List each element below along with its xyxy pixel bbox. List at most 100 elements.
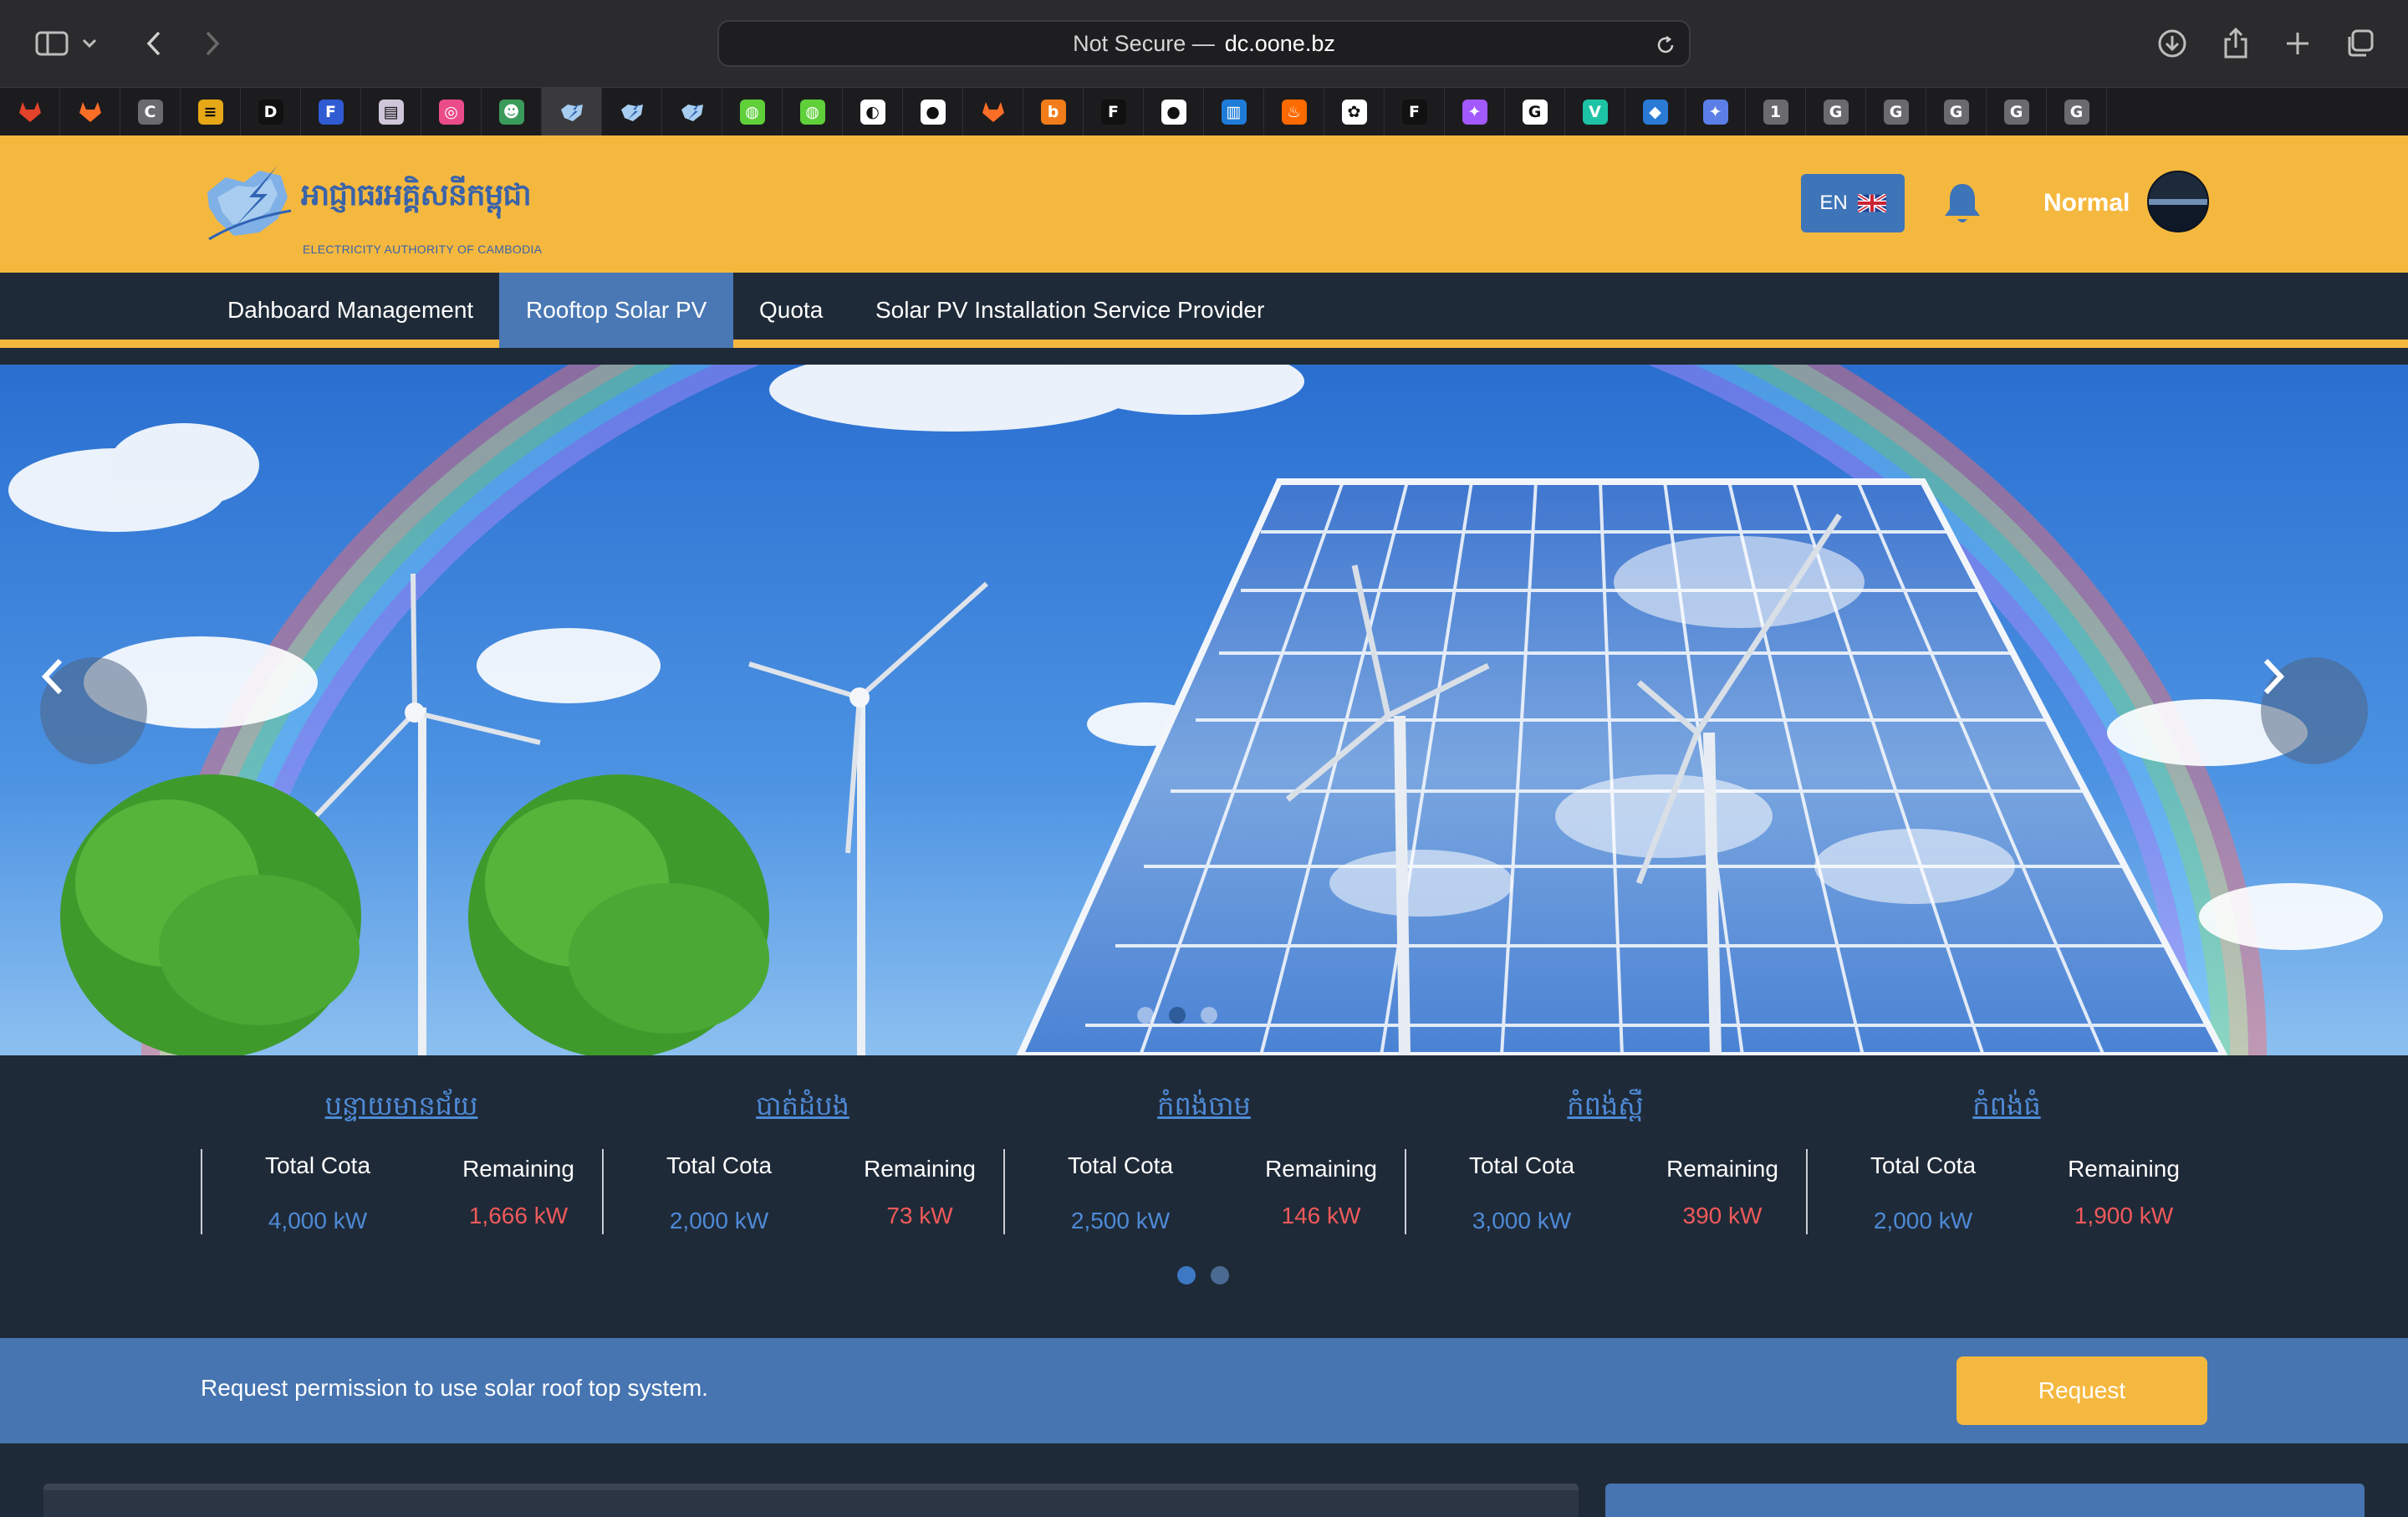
total-quota: Total Cota 2,000 kW	[627, 1152, 811, 1234]
trello-icon: ▥	[1221, 100, 1247, 125]
logo-english-text: ELECTRICITY AUTHORITY OF CAMBODIA	[303, 243, 543, 256]
browser-tab[interactable]: ◍	[722, 88, 783, 136]
new-tab-icon[interactable]	[2276, 22, 2319, 65]
browser-tab[interactable]: G	[1806, 88, 1866, 136]
browser-tab[interactable]: ●	[1144, 88, 1204, 136]
openai-icon: ✿	[1341, 100, 1367, 125]
g-icon: G	[1883, 100, 1909, 125]
browser-tab[interactable]: ◐	[843, 88, 903, 136]
browser-tab[interactable]: F	[1084, 88, 1144, 136]
carousel-indicator-dot[interactable]	[1169, 1007, 1186, 1024]
browser-tab[interactable]: ▤	[361, 88, 421, 136]
f-icon: F	[318, 100, 344, 125]
browser-tab[interactable]	[602, 88, 662, 136]
user-name[interactable]: Normal	[2043, 189, 2130, 217]
carousel-next-button[interactable]	[2261, 657, 2368, 764]
total-quota-label: Total Cota	[1870, 1152, 1977, 1178]
carousel-indicator-dot[interactable]	[1201, 1007, 1217, 1024]
total-quota-label: Total Cota	[666, 1152, 773, 1178]
nav-item-quota[interactable]: Quota	[732, 273, 849, 348]
browser-tab[interactable]: G	[1505, 88, 1565, 136]
nav-item-dashboard-management[interactable]: Dahboard Management	[201, 273, 500, 348]
security-label: Not Secure —	[1073, 30, 1215, 56]
total-quota-value: 4,000 kW	[268, 1208, 368, 1234]
gitlab-icon	[981, 100, 1006, 125]
reload-icon[interactable]	[1650, 30, 1681, 60]
sidebar-toggle-icon[interactable]	[30, 22, 74, 65]
gitlab-icon	[18, 100, 43, 125]
browser-tab[interactable]: F	[1385, 88, 1445, 136]
browser-tab[interactable]: ✦	[1445, 88, 1505, 136]
remaining-quota-label: Remaining	[1666, 1156, 1778, 1182]
browser-tab[interactable]: G	[1987, 88, 2047, 136]
request-message: Request permission to use solar roof top…	[201, 1375, 708, 1401]
total-quota-value: 2,000 kW	[1873, 1208, 1973, 1234]
hero-slide-image	[0, 365, 2408, 1055]
browser-tab[interactable]: b	[1023, 88, 1084, 136]
browser-tab[interactable]: ◎	[421, 88, 482, 136]
browser-tab[interactable]: ☻	[482, 88, 542, 136]
browser-tab[interactable]: ✦	[1686, 88, 1746, 136]
remaining-quota-value: 1,900 kW	[2074, 1203, 2174, 1228]
github-icon: ●	[1161, 100, 1186, 125]
downloads-icon[interactable]	[2150, 22, 2194, 65]
browser-tab[interactable]: G	[1866, 88, 1926, 136]
browser-tab[interactable]: ✿	[1324, 88, 1385, 136]
address-host: dc.oone.bz	[1224, 30, 1335, 56]
browser-tab[interactable]: V	[1565, 88, 1625, 136]
remaining-quota-label: Remaining	[1265, 1156, 1377, 1182]
browser-tab[interactable]: ◆	[1625, 88, 1686, 136]
browser-tab[interactable]: ◍	[783, 88, 843, 136]
avatar[interactable]	[2147, 171, 2209, 232]
region-name-link[interactable]: កំពង់ចាម	[1003, 1089, 1405, 1128]
back-icon[interactable]	[132, 22, 176, 65]
browser-tab[interactable]: D	[241, 88, 301, 136]
carousel-prev-button[interactable]	[40, 657, 147, 764]
browser-tab[interactable]: G	[1926, 88, 1987, 136]
globe-icon: ◍	[739, 100, 765, 125]
browser-tab[interactable]: ●	[903, 88, 963, 136]
total-quota-value: 2,500 kW	[1070, 1208, 1171, 1234]
quota-region-card: កំពង់ស្ពឺ Total Cota 3,000 kW Remaining 390 …	[1405, 1089, 1806, 1290]
drop-icon: ◆	[1642, 100, 1668, 125]
total-quota-label: Total Cota	[1067, 1152, 1174, 1178]
browser-tab[interactable]: F	[301, 88, 361, 136]
share-icon[interactable]	[2214, 22, 2258, 65]
region-name-link[interactable]: កំពង់ធំ	[1806, 1089, 2207, 1128]
request-button[interactable]: Request	[1956, 1356, 2207, 1425]
tab-overview-icon[interactable]	[2338, 22, 2381, 65]
carousel-indicator-dot[interactable]	[1137, 1007, 1154, 1024]
browser-tab[interactable]	[60, 88, 120, 136]
address-bar[interactable]: Not Secure — dc.oone.bz	[717, 20, 1691, 67]
remaining-quota: Remaining 390 kW	[1630, 1156, 1814, 1229]
nav-item-solar-pv-installation-service-provider[interactable]: Solar PV Installation Service Provider	[849, 273, 1291, 348]
browser-tab[interactable]	[963, 88, 1023, 136]
browser-tab[interactable]: ≡	[181, 88, 241, 136]
nav-item-rooftop-solar-pv[interactable]: Rooftop Solar PV	[499, 273, 734, 348]
chevron-left-icon	[41, 658, 63, 695]
language-switch-button[interactable]: EN	[1801, 174, 1905, 232]
browser-tab[interactable]: C	[120, 88, 181, 136]
browser-tab[interactable]	[542, 88, 602, 136]
region-name-link[interactable]: កំពង់ស្ពឺ	[1405, 1089, 1806, 1128]
chevron-down-icon[interactable]	[77, 22, 102, 65]
browser-tab[interactable]: 1	[1746, 88, 1806, 136]
bell-icon[interactable]	[1941, 181, 1983, 227]
eac-logo[interactable]: អាជ្ញាធរអគ្គិសនីកម្ពុជា ELECTRICITY AUTH…	[201, 161, 542, 256]
b-icon: b	[1040, 100, 1066, 125]
browser-tab[interactable]: ♨	[1264, 88, 1324, 136]
globe-icon: ◍	[799, 100, 825, 125]
browser-tab[interactable]: ▥	[1204, 88, 1264, 136]
robot-icon: ☻	[498, 100, 524, 125]
browser-tab[interactable]: G	[2047, 88, 2107, 136]
eac-logo-icon	[620, 100, 645, 125]
remaining-quota-label: Remaining	[864, 1156, 976, 1182]
region-name-link[interactable]: បាត់ដំបង	[602, 1089, 1003, 1128]
nav-item-label: Solar PV Installation Service Provider	[875, 297, 1265, 323]
browser-tab[interactable]	[0, 88, 60, 136]
figma-color-icon: ✦	[1462, 100, 1487, 125]
browser-tab[interactable]	[662, 88, 722, 136]
g-icon: G	[1943, 100, 1969, 125]
region-name-link[interactable]: បន្ទាយមានជ័យ	[201, 1089, 602, 1128]
forward-icon[interactable]	[191, 22, 234, 65]
